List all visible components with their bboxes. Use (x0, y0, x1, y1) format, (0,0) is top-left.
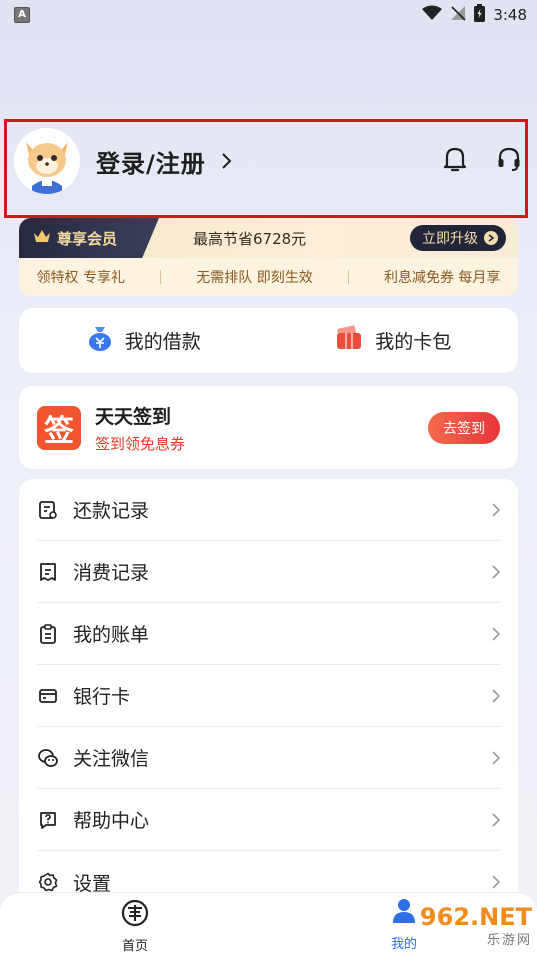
chevron-right-icon (492, 812, 500, 827)
checkin-logo: 签 (37, 405, 81, 450)
menu-label: 帮助中心 (73, 810, 150, 832)
checkin-subtitle: 签到领免息券 (95, 434, 186, 453)
money-bag-icon (87, 324, 113, 357)
checkin-card: 签 天天签到 签到领免息券 去签到 (19, 386, 518, 469)
tab-home-label: 首页 (121, 939, 148, 954)
tab-home[interactable]: 首页 (106, 899, 164, 954)
crown-icon (33, 229, 51, 247)
headset-icon[interactable] (496, 145, 522, 177)
perk-item: 领特权 专享礼 (36, 270, 126, 286)
chevron-right-icon (492, 750, 500, 765)
member-tag-label: 尊享会员 (57, 229, 118, 248)
menu-label: 还款记录 (73, 500, 150, 522)
watermark-logo: 962.NET 乐游网 (394, 900, 532, 950)
bank-card-icon (37, 685, 59, 707)
chevron-right-icon (492, 875, 500, 889)
chevron-right-icon (492, 502, 500, 517)
menu-label: 我的账单 (73, 624, 150, 646)
member-perks: 领特权 专享礼 无需排队 即刻生效 利息减免券 每月享 (19, 258, 518, 296)
bell-icon[interactable] (442, 145, 468, 177)
repayment-record-icon (37, 499, 59, 521)
checkin-texts: 天天签到 签到领免息券 (95, 402, 185, 454)
my-wallet-label: 我的卡包 (375, 331, 452, 353)
settings-icon (37, 871, 59, 893)
avatar[interactable] (14, 128, 80, 194)
watermark-main: 962.NET (419, 902, 532, 931)
my-loan-button[interactable]: 我的借款 (19, 308, 269, 373)
checkin-title: 天天签到 (95, 405, 172, 428)
home-logo-icon (120, 899, 150, 931)
help-icon (37, 809, 59, 831)
menu-item-repayment-record[interactable]: 还款记录 (37, 479, 500, 541)
member-save-text: 最高节省6728元 (193, 229, 307, 248)
status-right: 3:48 (422, 4, 527, 26)
member-top: 尊享会员 最高节省6728元 立即升级 (19, 218, 518, 258)
my-loan-label: 我的借款 (124, 331, 201, 353)
quick-access-card: 我的借款 我的卡包 (19, 308, 518, 373)
perk-item: 无需排队 即刻生效 (196, 270, 313, 286)
member-tag: 尊享会员 (19, 218, 159, 258)
perk-item: 利息减免券 每月享 (383, 270, 501, 286)
status-bar: A 3:48 (0, 0, 537, 30)
chevron-right-icon (492, 564, 500, 579)
menu-list: 还款记录 消费记录 我的账单 银行卡 关注微信 帮助中心 设置 (19, 479, 518, 909)
menu-item-bank-card[interactable]: 银行卡 (37, 665, 500, 727)
chevron-right-icon (492, 688, 500, 703)
my-wallet-button[interactable]: 我的卡包 (269, 308, 519, 373)
menu-item-help-center[interactable]: 帮助中心 (37, 789, 500, 851)
member-card[interactable]: 尊享会员 最高节省6728元 立即升级 领特权 专享礼 无需排队 即刻生效 利息… (19, 218, 518, 296)
status-time: 3:48 (493, 6, 527, 24)
chevron-right-icon[interactable] (220, 152, 232, 170)
app-notification-icon: A (14, 7, 30, 23)
checkin-logo-char: 签 (44, 413, 74, 449)
login-register-link[interactable]: 登录/注册 (96, 144, 206, 179)
menu-item-follow-wechat[interactable]: 关注微信 (37, 727, 500, 789)
watermark-sub: 乐游网 (486, 932, 532, 948)
menu-item-consumption-record[interactable]: 消费记录 (37, 541, 500, 603)
upgrade-label: 立即升级 (422, 231, 478, 247)
receipt-icon (37, 561, 59, 583)
profile-header[interactable]: 登录/注册 (14, 126, 524, 196)
no-signal-icon (450, 5, 466, 25)
wifi-icon (422, 5, 443, 25)
divider (347, 270, 349, 284)
menu-label: 关注微信 (73, 748, 150, 770)
clipboard-icon (37, 623, 59, 645)
menu-label: 银行卡 (73, 686, 131, 708)
card-wallet-icon (335, 325, 363, 356)
menu-label: 消费记录 (73, 562, 150, 584)
upgrade-button[interactable]: 立即升级 (410, 225, 506, 251)
battery-icon (474, 4, 486, 26)
menu-item-my-bill[interactable]: 我的账单 (37, 603, 500, 665)
wechat-icon (37, 747, 59, 769)
header-actions (442, 145, 522, 177)
chevron-right-icon (492, 626, 500, 641)
checkin-button[interactable]: 去签到 (428, 411, 500, 444)
arrow-right-icon (484, 231, 498, 245)
divider (160, 270, 162, 284)
